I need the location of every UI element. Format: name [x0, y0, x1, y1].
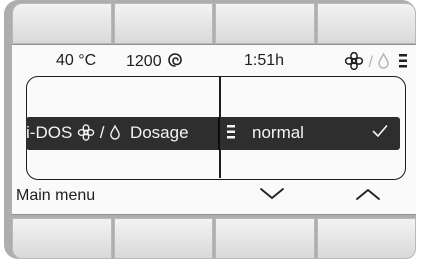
setting-separator: /	[99, 123, 105, 142]
chevron-down-icon[interactable]	[258, 184, 286, 209]
options-panel: i-DOS / Dosage normal	[26, 76, 406, 180]
selected-row-divider	[218, 117, 220, 150]
temperature-readout: 40 °C	[56, 52, 97, 69]
chevron-up-icon[interactable]	[354, 184, 382, 209]
top-button-2[interactable]	[113, 3, 213, 44]
setting-name: i-DOS	[26, 123, 73, 142]
drop-icon	[377, 52, 390, 72]
top-button-4[interactable]	[316, 3, 416, 44]
spin-speed-value: 1200	[126, 53, 162, 70]
bottom-button-1[interactable]	[12, 218, 112, 259]
dosage-value: normal	[252, 123, 304, 142]
status-separator: /	[368, 54, 373, 71]
status-bar: 40 °C 1200 1:51h /	[12, 45, 416, 75]
check-icon	[371, 122, 389, 145]
bottom-button-4[interactable]	[316, 218, 416, 259]
spin-speed-readout: 1200	[126, 52, 183, 71]
dosage-level-icon	[395, 52, 408, 72]
bottom-button-row	[12, 218, 416, 259]
time-remaining: 1:51h	[244, 52, 285, 69]
dosage-level-icon	[226, 123, 236, 143]
flower-icon	[344, 51, 364, 72]
flower-icon	[77, 123, 95, 143]
selected-option-row[interactable]: i-DOS / Dosage normal	[26, 117, 400, 150]
display-screen: 40 °C 1200 1:51h / i-DOS / Dosage normal…	[12, 44, 416, 215]
setting-label: i-DOS / Dosage	[26, 123, 189, 143]
drop-icon	[109, 123, 121, 143]
device-bezel: 40 °C 1200 1:51h / i-DOS / Dosage normal…	[4, 0, 416, 259]
menu-line: Main menu	[12, 182, 416, 212]
main-menu-label[interactable]: Main menu	[16, 187, 95, 205]
top-button-row	[12, 3, 416, 44]
status-icons: /	[344, 51, 408, 72]
spin-icon	[167, 52, 183, 71]
setting-suffix: Dosage	[129, 123, 189, 142]
bottom-button-3[interactable]	[215, 218, 315, 259]
top-button-1[interactable]	[12, 3, 112, 44]
top-button-3[interactable]	[215, 3, 315, 44]
bottom-button-2[interactable]	[113, 218, 213, 259]
